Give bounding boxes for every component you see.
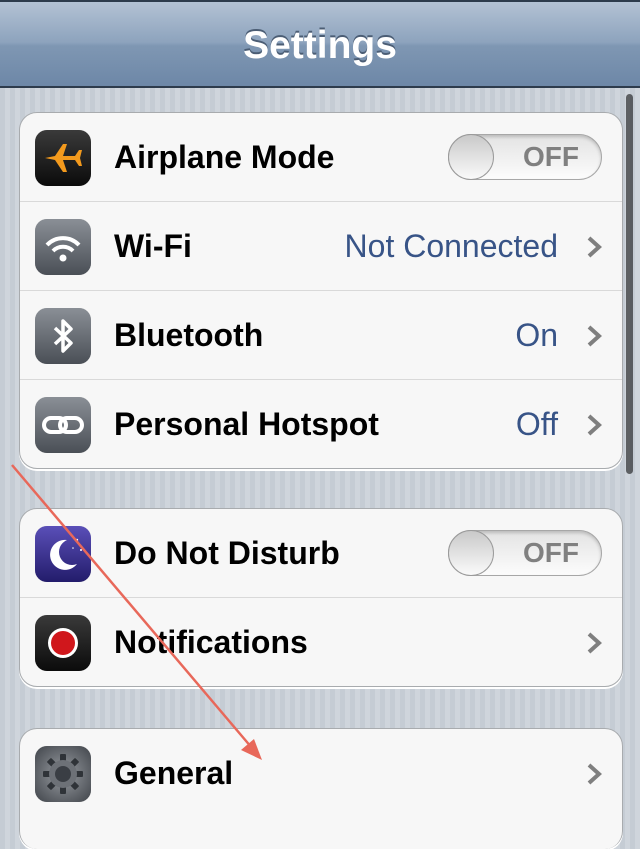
chevron-right-icon: [587, 632, 602, 654]
navigation-bar: Settings: [0, 0, 640, 88]
bluetooth-icon: [35, 308, 91, 364]
toggle-state: OFF: [523, 537, 579, 568]
row-label: Do Not Disturb: [114, 535, 340, 571]
row-label: Airplane Mode: [114, 139, 335, 175]
row-label: Wi-Fi: [114, 228, 192, 264]
settings-group-general: General: [19, 728, 623, 849]
chevron-right-icon: [587, 414, 602, 436]
wifi-status: Not Connected: [344, 228, 558, 264]
row-bluetooth[interactable]: Bluetooth On: [20, 290, 622, 379]
scrollbar[interactable]: [626, 94, 633, 474]
hotspot-icon: [35, 397, 91, 453]
moon-icon: [35, 526, 91, 582]
row-personal-hotspot[interactable]: Personal Hotspot Off: [20, 379, 622, 468]
gear-icon: [35, 746, 91, 802]
chevron-right-icon: [587, 763, 602, 785]
chevron-right-icon: [587, 236, 602, 258]
row-label: General: [114, 755, 234, 791]
toggle-knob: [448, 530, 494, 576]
row-general[interactable]: General: [20, 729, 622, 817]
hotspot-status: Off: [515, 406, 558, 442]
bluetooth-status: On: [515, 317, 558, 353]
row-wifi[interactable]: Wi-Fi Not Connected: [20, 201, 622, 290]
page-title: Settings: [243, 24, 397, 67]
row-label: Bluetooth: [114, 317, 264, 353]
settings-group-alerts: Do Not Disturb OFF Notifications: [19, 508, 623, 687]
toggle-knob: [448, 134, 494, 180]
airplane-mode-toggle[interactable]: OFF: [448, 134, 602, 180]
settings-group-connectivity: Airplane Mode OFF Wi-Fi Not Connected Bl…: [19, 112, 623, 469]
row-do-not-disturb[interactable]: Do Not Disturb OFF: [20, 509, 622, 597]
row-notifications[interactable]: Notifications: [20, 597, 622, 686]
wifi-icon: [35, 219, 91, 275]
toggle-state: OFF: [523, 141, 579, 172]
airplane-icon: [35, 130, 91, 186]
notifications-icon: [35, 615, 91, 671]
do-not-disturb-toggle[interactable]: OFF: [448, 530, 602, 576]
row-airplane-mode[interactable]: Airplane Mode OFF: [20, 113, 622, 201]
row-label: Notifications: [114, 624, 308, 660]
chevron-right-icon: [587, 325, 602, 347]
row-label: Personal Hotspot: [114, 406, 379, 442]
